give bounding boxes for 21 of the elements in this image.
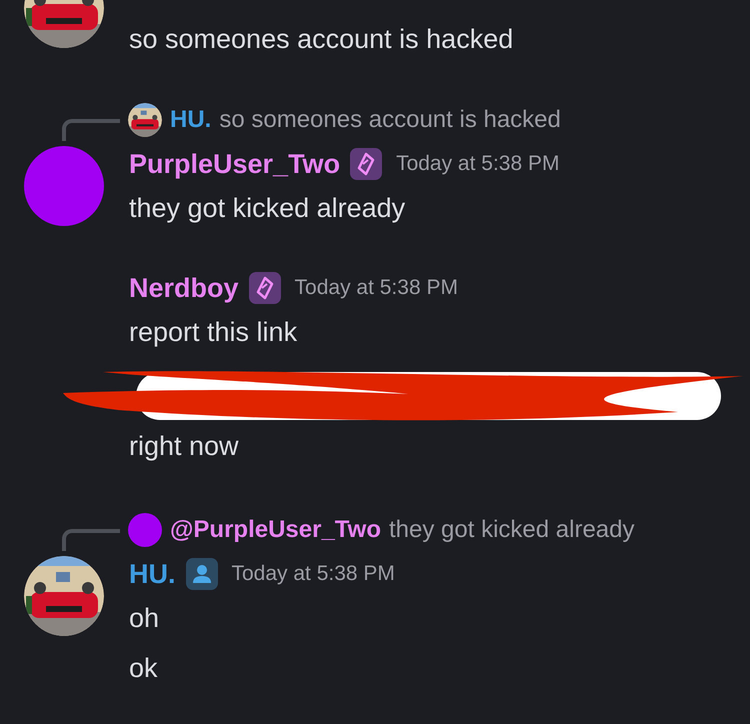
reply-preview[interactable]: they got kicked already [389, 516, 634, 544]
reply-connector [62, 119, 120, 141]
reply-author[interactable]: HU. [170, 106, 212, 134]
message-text: so someones account is hacked [129, 23, 514, 56]
username[interactable]: Nerdboy [129, 272, 239, 304]
crystal-badge-icon [248, 272, 281, 304]
timestamp: Today at 5:38 PM [232, 562, 395, 586]
reply-author[interactable]: @PurpleUser_Two [170, 516, 382, 544]
username[interactable]: HU. [129, 558, 176, 590]
person-badge-icon [186, 558, 218, 590]
crystal-badge-icon [350, 148, 382, 180]
message-text: right now [129, 430, 240, 463]
message-text: oh [129, 602, 160, 635]
timestamp: Today at 5:38 PM [294, 276, 458, 300]
message-text: they got kicked already [129, 192, 406, 225]
message-text: report this link [129, 316, 298, 349]
timestamp: Today at 5:38 PM [396, 152, 560, 176]
message-text: ok [129, 652, 159, 685]
username[interactable]: PurpleUser_Two [129, 148, 340, 180]
reply-connector [62, 529, 120, 551]
reply-preview[interactable]: so someones account is hacked [219, 106, 561, 134]
